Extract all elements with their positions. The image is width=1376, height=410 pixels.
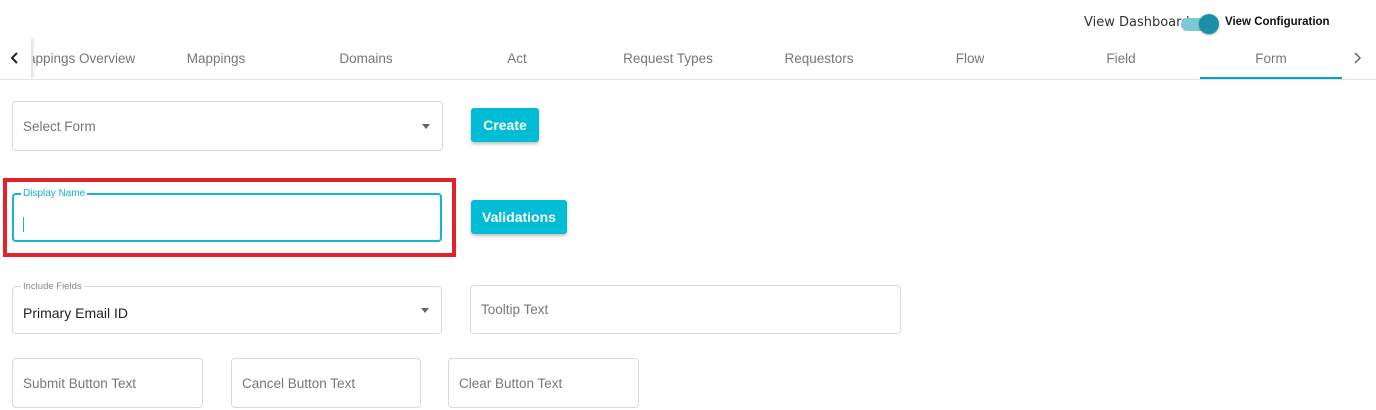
tab-mappings-overview[interactable]: Mappings Overview bbox=[33, 38, 147, 78]
tab-bar: Mappings Overview Mappings Domains Act R… bbox=[0, 38, 1376, 80]
validations-button[interactable]: Validations bbox=[471, 200, 567, 234]
switch-thumb bbox=[1199, 14, 1219, 34]
tooltip-text-placeholder: Tooltip Text bbox=[481, 302, 549, 317]
dropdown-arrow-icon bbox=[422, 124, 430, 129]
tab-flow[interactable]: Flow bbox=[899, 38, 1041, 78]
submit-button-text-field[interactable]: Submit Button Text bbox=[12, 358, 203, 408]
include-fields-label: Include Fields bbox=[21, 281, 84, 292]
cancel-button-text-field[interactable]: Cancel Button Text bbox=[231, 358, 421, 408]
select-form-placeholder: Select Form bbox=[23, 119, 96, 134]
tab-form[interactable]: Form bbox=[1200, 38, 1342, 78]
tooltip-text-field[interactable]: Tooltip Text bbox=[470, 285, 901, 334]
tab-request-types[interactable]: Request Types bbox=[597, 38, 739, 78]
chevron-left-icon[interactable] bbox=[0, 38, 30, 78]
tab-mappings[interactable]: Mappings bbox=[145, 38, 287, 78]
tabs-scroll-area: Mappings Overview Mappings Domains Act R… bbox=[33, 38, 1342, 80]
tab-act[interactable]: Act bbox=[446, 38, 588, 78]
include-fields-dropdown[interactable]: Include Fields Primary Email ID bbox=[12, 281, 442, 334]
tab-domains[interactable]: Domains bbox=[295, 38, 437, 78]
display-name-label: Display Name bbox=[21, 188, 88, 199]
active-tab-indicator bbox=[1200, 77, 1342, 79]
clear-button-text-field[interactable]: Clear Button Text bbox=[448, 358, 639, 408]
select-form-dropdown[interactable]: Select Form bbox=[12, 101, 443, 151]
include-fields-value: Primary Email ID bbox=[23, 305, 129, 321]
submit-button-text-placeholder: Submit Button Text bbox=[23, 376, 137, 391]
chevron-right-icon[interactable] bbox=[1342, 38, 1372, 78]
display-name-field[interactable]: Display Name bbox=[12, 188, 442, 242]
view-mode-switch[interactable] bbox=[1181, 14, 1221, 34]
create-button[interactable]: Create bbox=[471, 108, 539, 142]
view-dashboard-label: View Dashboard bbox=[1084, 15, 1190, 30]
tab-field[interactable]: Field bbox=[1050, 38, 1192, 78]
clear-button-text-placeholder: Clear Button Text bbox=[459, 376, 563, 391]
view-configuration-label: View Configuration bbox=[1225, 16, 1330, 28]
text-caret bbox=[23, 217, 24, 232]
tab-requestors[interactable]: Requestors bbox=[748, 38, 890, 78]
dropdown-arrow-icon bbox=[421, 308, 429, 313]
cancel-button-text-placeholder: Cancel Button Text bbox=[242, 376, 356, 391]
